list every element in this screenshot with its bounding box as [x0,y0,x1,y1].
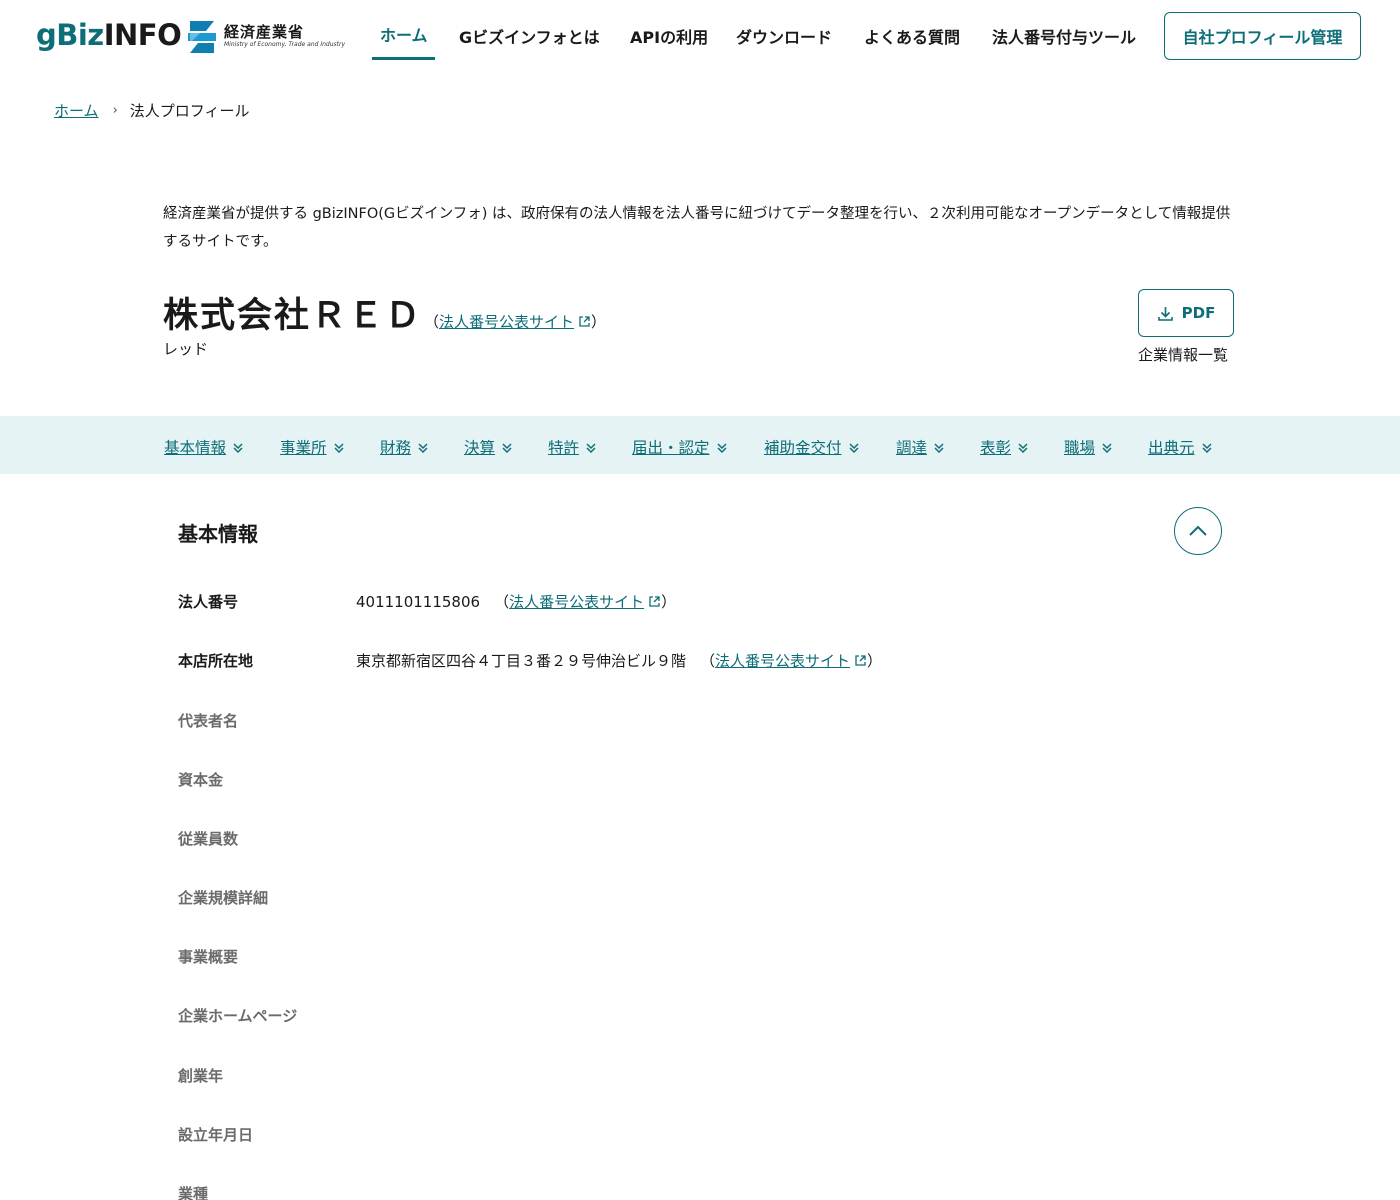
own-profile-manage-button[interactable]: 自社プロフィール管理 [1164,12,1361,60]
value-corporate-number: 4011101115806 （法人番号公表サイト） [356,593,677,611]
section-nav-basic-info[interactable]: 基本情報 [164,436,244,458]
double-chevron-down-icon [1102,442,1112,453]
section-nav: 基本情報 事業所 財務 決算 特許 届出・認定 補助金交付 調達 表彰 職場 出典元 [0,416,1400,474]
site-intro-text: 経済産業省が提供する gBizINFO(Gビズインフォ) は、政府保有の法人情報… [163,206,1231,250]
corporate-number-site-link[interactable]: 法人番号公表サイト [509,593,661,611]
double-chevron-down-icon [233,442,243,453]
ministry-name-en: Ministry of Economy, Trade and Industry [224,41,346,48]
chevron-right-icon: › [112,103,118,118]
section-nav-offices[interactable]: 事業所 [280,436,345,458]
section-nav-settlement[interactable]: 決算 [464,436,513,458]
section-nav-patent[interactable]: 特許 [548,436,597,458]
label-industry: 業種 [178,1185,209,1200]
nav-about[interactable]: Gビズインフォとは [459,24,600,48]
double-chevron-down-icon [586,442,596,453]
pdf-caption: 企業情報一覧 [1138,346,1229,364]
meti-logo[interactable]: 経済産業省 Ministry of Economy, Trade and Ind… [186,19,345,55]
label-company-size: 企業規模詳細 [178,889,269,907]
section-nav-subsidy[interactable]: 補助金交付 [764,436,860,458]
double-chevron-down-icon [1201,442,1212,453]
pdf-button-label: PDF [1181,304,1216,322]
breadcrumb: ホーム › 法人プロフィール [54,100,249,121]
section-nav-source[interactable]: 出典元 [1148,436,1213,458]
label-head-office: 本店所在地 [178,652,254,670]
company-name-kana: レッド [163,340,209,358]
double-chevron-down-icon [418,442,428,453]
breadcrumb-current: 法人プロフィール [129,102,250,120]
pdf-download-button[interactable]: PDF [1138,289,1234,337]
nav-home[interactable]: ホーム [380,22,428,46]
label-employees: 従業員数 [178,830,239,848]
section-nav-workplace[interactable]: 職場 [1064,436,1113,458]
download-icon [1157,306,1173,321]
company-name: 株式会社ＲＥＤ [163,296,423,336]
label-business-summary: 事業概要 [178,948,239,966]
double-chevron-down-icon [502,442,512,453]
corporate-number-site-link[interactable]: 法人番号公表サイト [439,313,591,331]
section-nav-procurement[interactable]: 調達 [896,436,945,458]
label-homepage: 企業ホームページ [178,1007,298,1025]
external-link-icon [579,316,590,327]
basic-info-title: 基本情報 [178,522,258,546]
double-chevron-down-icon [934,442,944,453]
nav-api[interactable]: APIの利用 [630,24,708,48]
external-link-icon [855,655,866,666]
label-founding-year: 創業年 [178,1067,224,1085]
value-head-office: 東京都新宿区四谷４丁目３番２９号伸治ビル９階 （法人番号公表サイト） [356,652,883,670]
site-header: gBizINFO 経済産業省 Ministry of Economy, Trad… [0,0,1400,72]
active-nav-indicator [372,57,435,60]
label-representative: 代表者名 [178,712,239,730]
section-nav-notification-certification[interactable]: 届出・認定 [632,436,728,458]
gbizinfo-logo[interactable]: gBizINFO [36,18,182,52]
nav-corporate-number-tool[interactable]: 法人番号付与ツール [992,24,1136,48]
double-chevron-down-icon [716,442,727,453]
label-capital: 資本金 [178,771,224,789]
label-establishment-date: 設立年月日 [178,1126,254,1144]
meti-emblem-icon [188,21,216,53]
section-nav-commendation[interactable]: 表彰 [980,436,1029,458]
section-nav-finance[interactable]: 財務 [380,436,429,458]
chevron-up-icon [1189,525,1207,536]
external-link-icon [649,596,660,607]
double-chevron-down-icon [848,442,859,453]
double-chevron-down-icon [1018,442,1028,453]
double-chevron-down-icon [333,442,344,453]
company-source-link-wrap: （法人番号公表サイト） [424,313,607,331]
nav-download[interactable]: ダウンロード [736,24,832,48]
label-corporate-number: 法人番号 [178,593,239,611]
ministry-name: 経済産業省 [224,23,305,41]
corporate-number-site-link[interactable]: 法人番号公表サイト [715,652,867,670]
nav-faq[interactable]: よくある質問 [864,24,960,48]
breadcrumb-home-link[interactable]: ホーム [54,100,99,121]
collapse-section-button[interactable] [1174,507,1222,555]
